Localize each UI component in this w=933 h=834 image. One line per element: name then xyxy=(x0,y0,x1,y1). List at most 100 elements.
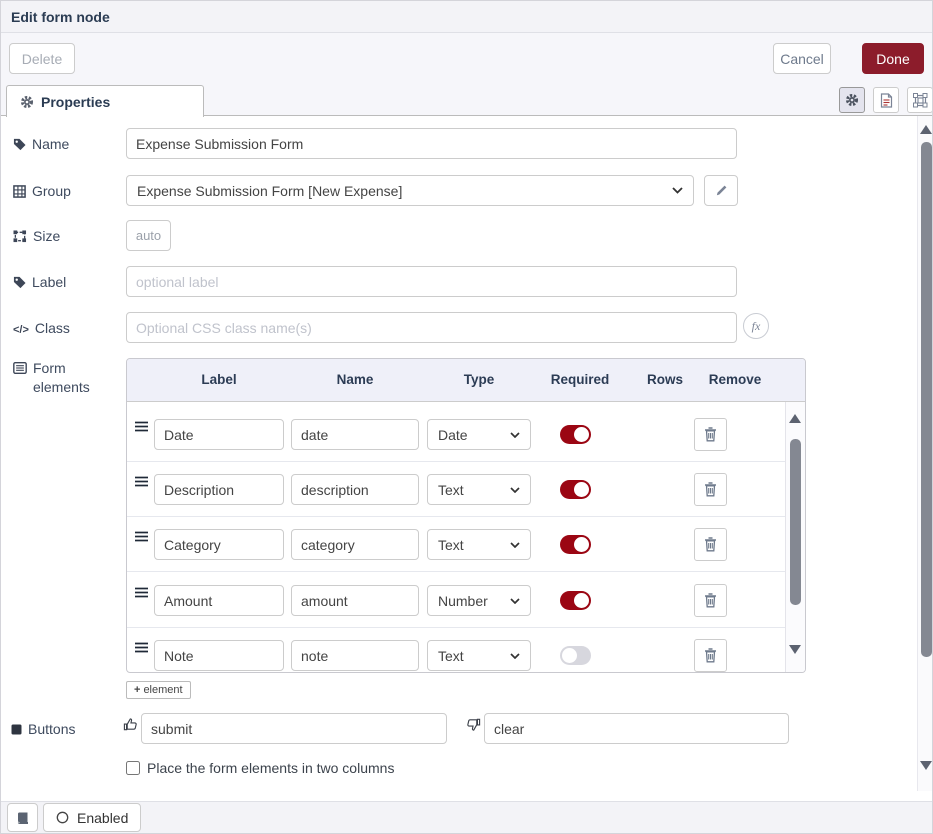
tag-icon xyxy=(13,276,26,289)
delete-button[interactable]: Delete xyxy=(9,43,75,74)
remove-element-button[interactable] xyxy=(694,639,727,672)
required-toggle[interactable] xyxy=(560,591,591,610)
frame-select-icon xyxy=(913,93,928,108)
drag-handle-icon[interactable] xyxy=(135,531,148,542)
remove-element-button[interactable] xyxy=(694,418,727,451)
remove-element-button[interactable] xyxy=(694,584,727,617)
element-label-input[interactable] xyxy=(154,585,284,616)
plus-icon: + xyxy=(134,684,140,696)
book-icon xyxy=(16,811,29,825)
drag-handle-icon[interactable] xyxy=(135,476,148,487)
element-label-input[interactable] xyxy=(154,419,284,450)
col-header-remove: Remove xyxy=(709,372,762,387)
object-size-icon xyxy=(13,230,27,243)
clear-button-label-input[interactable] xyxy=(484,713,789,744)
chevron-down-icon xyxy=(510,542,520,548)
required-toggle[interactable] xyxy=(560,646,591,665)
required-toggle[interactable] xyxy=(560,425,591,444)
required-toggle[interactable] xyxy=(560,480,591,499)
status-circle-icon xyxy=(56,811,69,824)
element-type-select[interactable]: Text xyxy=(427,474,531,505)
drag-handle-icon[interactable] xyxy=(135,421,148,432)
scrollbar-thumb[interactable] xyxy=(921,142,932,657)
chevron-down-icon xyxy=(510,432,520,438)
cancel-button[interactable]: Cancel xyxy=(773,43,831,74)
tab-properties[interactable]: Properties xyxy=(6,85,204,117)
element-name-input[interactable] xyxy=(291,529,419,560)
element-type-select[interactable]: Number xyxy=(427,585,531,616)
fx-expression-button[interactable]: fx xyxy=(743,313,769,339)
size-auto-button[interactable]: auto xyxy=(126,220,171,251)
dialog-title: Edit form node xyxy=(11,1,110,33)
table-header: Label Name Type Required Rows Remove xyxy=(127,359,805,402)
element-name-input[interactable] xyxy=(291,419,419,450)
submit-button-label-input[interactable] xyxy=(141,713,447,744)
scroll-up-arrow[interactable] xyxy=(789,414,801,423)
element-type-select[interactable]: Text xyxy=(427,529,531,560)
element-name-input[interactable] xyxy=(291,585,419,616)
buttons-field-label: Buttons xyxy=(11,720,75,739)
two-columns-checkbox[interactable] xyxy=(126,761,140,775)
thumbs-up-icon xyxy=(123,717,138,732)
required-toggle[interactable] xyxy=(560,535,591,554)
col-header-required: Required xyxy=(551,372,610,387)
chevron-down-icon xyxy=(510,487,520,493)
remove-element-button[interactable] xyxy=(694,473,727,506)
gear-icon xyxy=(20,95,34,109)
label-input[interactable] xyxy=(126,266,737,297)
panel-scrollbar[interactable] xyxy=(917,116,933,791)
add-element-button[interactable]: + element xyxy=(126,681,191,699)
square-icon xyxy=(11,724,22,735)
trash-icon xyxy=(704,482,717,497)
remove-element-button[interactable] xyxy=(694,528,727,561)
name-input[interactable] xyxy=(126,128,737,159)
col-header-name: Name xyxy=(337,372,374,387)
two-columns-label: Place the form elements in two columns xyxy=(147,760,394,776)
element-name-input[interactable] xyxy=(291,640,419,671)
edit-form-node-dialog: Edit form node Delete Cancel Done Proper… xyxy=(0,0,933,834)
element-label-input[interactable] xyxy=(154,529,284,560)
two-columns-option[interactable]: Place the form elements in two columns xyxy=(126,760,394,776)
toggle-knob xyxy=(574,482,589,497)
col-header-label: Label xyxy=(201,372,236,387)
col-header-type: Type xyxy=(464,372,495,387)
group-select[interactable]: Expense Submission Form [New Expense] xyxy=(126,175,694,206)
col-header-rows: Rows xyxy=(647,372,683,387)
pencil-icon xyxy=(715,184,728,197)
element-name-input[interactable] xyxy=(291,474,419,505)
chevron-down-icon xyxy=(510,653,520,659)
node-enabled-button[interactable]: Enabled xyxy=(43,803,141,832)
class-input[interactable] xyxy=(126,312,737,343)
table-row: Number xyxy=(127,573,786,628)
chevron-down-icon xyxy=(672,187,683,194)
appearance-view-button[interactable] xyxy=(907,87,933,113)
table-scrollbar[interactable] xyxy=(785,402,805,673)
toggle-knob xyxy=(574,593,589,608)
scroll-up-arrow[interactable] xyxy=(920,125,932,134)
scroll-down-arrow[interactable] xyxy=(920,761,932,770)
table-row: Text xyxy=(127,517,786,572)
edit-group-button[interactable] xyxy=(704,175,738,206)
scroll-down-arrow[interactable] xyxy=(789,645,801,654)
gear-icon xyxy=(845,93,859,107)
element-label-input[interactable] xyxy=(154,640,284,671)
fx-icon: fx xyxy=(752,319,761,334)
drag-handle-icon[interactable] xyxy=(135,587,148,598)
toggle-knob xyxy=(574,427,589,442)
chevron-down-icon xyxy=(510,598,520,604)
element-type-select[interactable]: Date xyxy=(427,419,531,450)
table-row: Text xyxy=(127,462,786,517)
node-help-button[interactable] xyxy=(7,803,38,832)
tag-icon xyxy=(13,138,26,151)
scrollbar-thumb[interactable] xyxy=(790,439,801,605)
description-view-button[interactable] xyxy=(873,87,899,113)
class-field-label: </> Class xyxy=(13,319,70,340)
properties-view-button[interactable] xyxy=(839,87,865,113)
element-type-select[interactable]: Text xyxy=(427,640,531,671)
element-label-input[interactable] xyxy=(154,474,284,505)
drag-handle-icon[interactable] xyxy=(135,642,148,653)
label-field-label: Label xyxy=(13,273,66,292)
trash-icon xyxy=(704,648,717,663)
table-grid-icon xyxy=(13,185,26,198)
done-button[interactable]: Done xyxy=(862,43,924,74)
